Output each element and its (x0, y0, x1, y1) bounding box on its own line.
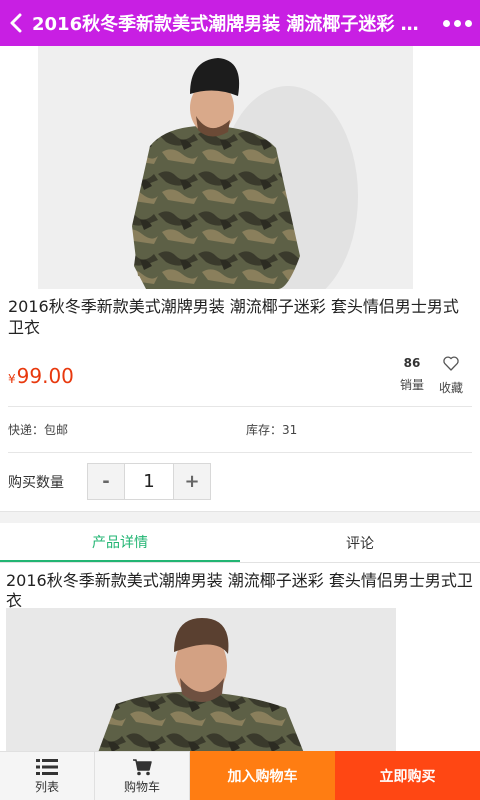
favorite-button[interactable]: 收藏 (436, 356, 466, 396)
quantity-minus-button[interactable]: - (88, 464, 124, 499)
sales-label: 销量 (399, 378, 424, 392)
sales-count: 86 销量 (396, 356, 428, 393)
back-button[interactable] (0, 0, 32, 46)
price-value: 99.00 (16, 364, 74, 388)
sales-number: 86 (403, 356, 421, 370)
tab-product-details[interactable]: 产品详情 (0, 524, 240, 562)
model-photo (38, 46, 413, 289)
cart-icon (133, 758, 152, 775)
heart-icon (443, 356, 459, 371)
favorite-label: 收藏 (438, 381, 463, 395)
more-dots-icon (442, 19, 450, 27)
add-to-cart-button[interactable]: 加入购物车 (190, 751, 335, 800)
currency-symbol: ¥ (8, 372, 16, 386)
tab-comments[interactable]: 评论 (240, 524, 480, 562)
buy-now-button[interactable]: 立即购买 (335, 751, 480, 800)
quantity-label: 购买数量 (8, 475, 64, 491)
more-button[interactable] (434, 0, 480, 46)
quantity-plus-button[interactable]: + (174, 464, 210, 499)
divider (8, 406, 472, 407)
chevron-left-icon (10, 13, 22, 33)
list-icon (36, 758, 58, 775)
product-title: 2016秋冬季新款美式潮牌男装 潮流椰子迷彩 套头情侣男士男式卫衣 (8, 297, 459, 337)
product-image[interactable] (38, 46, 413, 289)
cart-button[interactable]: 购物车 (95, 751, 190, 800)
bottom-action-bar: 列表 购物车 加入购物车 立即购买 (0, 751, 480, 800)
section-separator (0, 511, 480, 523)
divider (8, 452, 472, 453)
detail-image (6, 608, 396, 758)
list-button[interactable]: 列表 (0, 751, 95, 800)
detail-tabs: 产品详情 评论 (0, 524, 480, 563)
list-label: 列表 (34, 779, 59, 794)
cart-label: 购物车 (123, 779, 160, 794)
product-price: ¥99.00 (8, 364, 74, 388)
page-title: 2016秋冬季新款美式潮牌男装 潮流椰子迷彩 套头情侣男士男式卫衣 (32, 14, 434, 35)
quantity-stepper: - 1 + (87, 463, 211, 500)
top-bar: 2016秋冬季新款美式潮牌男装 潮流椰子迷彩 套头情侣男士男式卫衣 (0, 0, 480, 46)
model-photo (6, 608, 396, 758)
shipping-info: 快递：包邮 (8, 423, 69, 437)
quantity-value[interactable]: 1 (124, 464, 174, 499)
detail-title: 2016秋冬季新款美式潮牌男装 潮流椰子迷彩 套头情侣男士男式卫衣 (6, 571, 473, 610)
stock-info: 库存：31 (246, 423, 298, 437)
